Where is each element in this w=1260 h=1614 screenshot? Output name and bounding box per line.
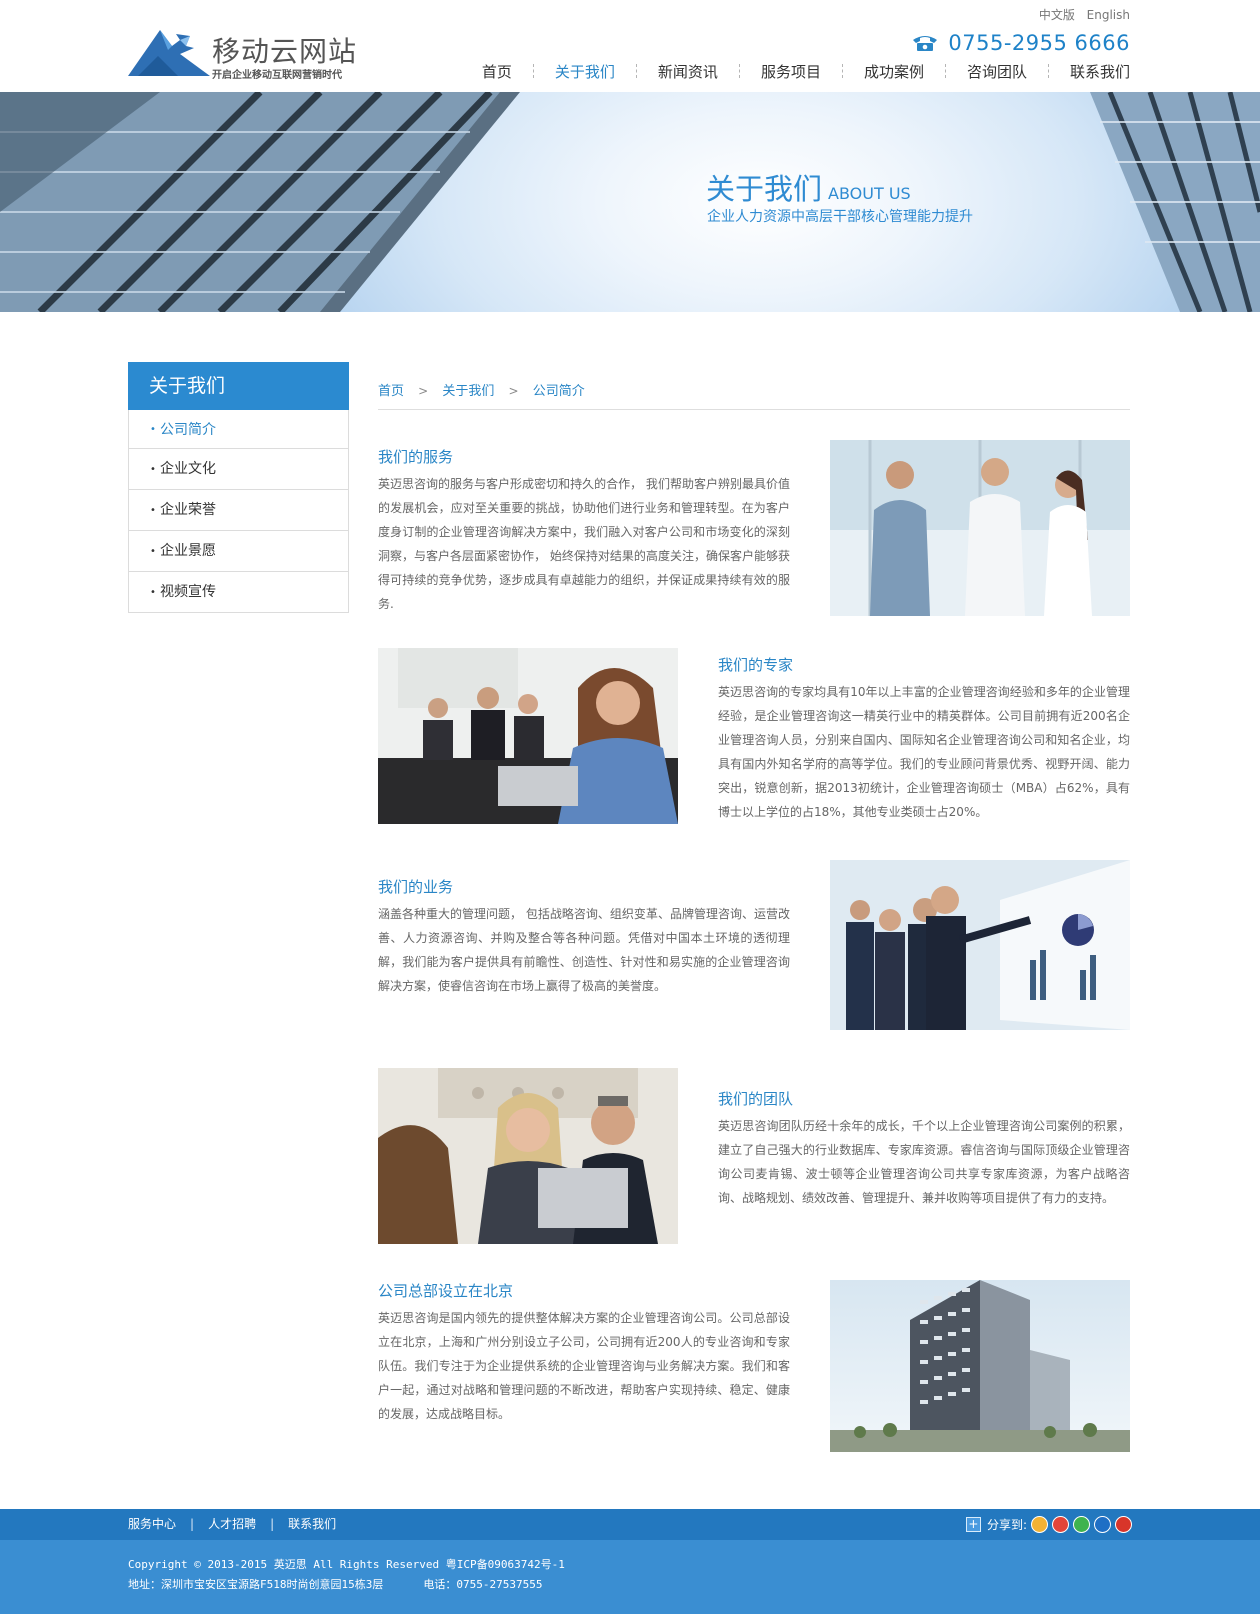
bullet-icon: • (150, 505, 156, 516)
logo-name: 移动云网站 (212, 35, 358, 68)
nav-home[interactable]: 首页 (482, 61, 512, 82)
sidebar-item-label: 公司简介 (160, 422, 216, 438)
logo-mark-icon (128, 30, 210, 76)
footer-link-bar: 服务中心 | 人才招聘 | 联系我们 + 分享到: (0, 1509, 1260, 1540)
footer-links: 服务中心 | 人才招聘 | 联系我们 (128, 1509, 336, 1540)
section-text: 涵盖各种重大的管理问题， 包括战略咨询、组织变革、品牌管理咨询、运营改善、人力资… (378, 907, 790, 993)
section-headquarters: 公司总部设立在北京 英迈思咨询是国内领先的提供整体解决方案的企业管理咨询公司。公… (378, 1280, 1130, 1452)
address-text: 地址：深圳市宝安区宝源路F518时尚创意园15栋3层 (128, 1578, 384, 1591)
footer-link-careers[interactable]: 人才招聘 (208, 1517, 256, 1531)
section-title: 公司总部设立在北京 (378, 1282, 514, 1300)
nav-services[interactable]: 服务项目 (761, 61, 821, 82)
main-nav: 首页 关于我们 新闻资讯 服务项目 成功案例 咨询团队 联系我们 (482, 60, 1130, 82)
sidebar-item-honors[interactable]: • 企业荣誉 (129, 489, 348, 530)
bullet-icon: • (150, 424, 156, 435)
section-text: 英迈思咨询的专家均具有10年以上丰富的企业管理咨询经验和多年的企业管理经验，是企… (718, 685, 1130, 819)
phone-number: 0755-2955 6666 (948, 31, 1130, 55)
telephone-text: 电话：0755-27537555 (423, 1578, 543, 1591)
banner-title-en: ABOUT US (828, 184, 911, 203)
nav-divider (841, 64, 843, 78)
nav-divider (738, 64, 740, 78)
breadcrumb: 首页 > 关于我们 > 公司简介 (378, 380, 1130, 410)
share-plus-icon[interactable]: + (965, 1516, 981, 1532)
banner-buildings-image (0, 92, 1260, 312)
wechat-icon[interactable] (1073, 1515, 1090, 1533)
footer-info: Copyright © 2013-2015 英迈思 All Rights Res… (128, 1555, 565, 1595)
tencent-weibo-icon[interactable] (1115, 1515, 1132, 1533)
section-services: 我们的服务 英迈思咨询的服务与客户形成密切和持久的合作， 我们帮助客户辨别最具价… (378, 440, 1130, 620)
sidebar-item-label: 企业文化 (160, 461, 216, 477)
banner-title: 关于我们 ABOUT US (706, 166, 911, 208)
chevron-right-icon: > (508, 384, 519, 398)
qzone-icon[interactable] (1031, 1515, 1048, 1533)
phone-icon (913, 36, 938, 51)
footer-link-contact[interactable]: 联系我们 (288, 1517, 336, 1531)
sidebar-item-label: 企业荣誉 (160, 502, 216, 518)
sidebar-item-video[interactable]: • 视频宣传 (129, 571, 348, 612)
weibo-icon[interactable] (1052, 1515, 1069, 1533)
section-team: 我们的团队 英迈思咨询团队历经十余年的成长，千个以上企业管理咨询公司案例的积累，… (378, 1068, 1130, 1248)
chevron-right-icon: > (418, 384, 429, 398)
site-footer: 服务中心 | 人才招聘 | 联系我们 + 分享到: Copyright © 2013-2… (0, 1509, 1260, 1614)
sidebar-item-label: 视频宣传 (160, 584, 216, 600)
section-title: 我们的服务 (378, 448, 454, 466)
page-banner: 关于我们 ABOUT US 企业人力资源中高层干部核心管理能力提升 (0, 92, 1260, 312)
language-switcher: 中文版 English (1031, 6, 1130, 23)
bullet-icon: • (150, 464, 156, 475)
section-title: 我们的专家 (718, 656, 794, 674)
section-title: 我们的团队 (718, 1090, 794, 1108)
nav-news[interactable]: 新闻资讯 (658, 61, 718, 82)
breadcrumb-current[interactable]: 公司简介 (533, 384, 585, 399)
site-header: 移动云网站 开启企业移动互联网营销时代 中文版 English 0755-295… (0, 0, 1260, 92)
renren-icon[interactable] (1094, 1515, 1111, 1533)
headquarters-photo (830, 1280, 1130, 1452)
sidebar-title: 关于我们 (128, 362, 349, 410)
copyright-text: Copyright © 2013-2015 英迈思 All Rights Res… (128, 1558, 565, 1571)
share-bar: + 分享到: (965, 1515, 1132, 1533)
logo-slogan: 开启企业移动互联网营销时代 (212, 70, 342, 81)
experts-photo (378, 648, 678, 824)
sidebar-item-vision[interactable]: • 企业景愿 (129, 530, 348, 571)
footer-divider: | (190, 1517, 195, 1531)
sidebar: 关于我们 • 公司简介 • 企业文化 • 企业荣誉 • 企业景愿 • 视频宣传 (128, 362, 349, 613)
sidebar-item-company-profile[interactable]: • 公司简介 (129, 410, 348, 448)
section-text: 英迈思咨询团队历经十余年的成长，千个以上企业管理咨询公司案例的积累，建立了自己强… (718, 1119, 1130, 1205)
footer-address-line: 地址：深圳市宝安区宝源路F518时尚创意园15栋3层 电话：0755-275375… (128, 1575, 565, 1595)
nav-team[interactable]: 咨询团队 (967, 61, 1027, 82)
nav-contact[interactable]: 联系我们 (1070, 61, 1130, 82)
sidebar-item-label: 企业景愿 (160, 543, 216, 559)
section-title: 我们的业务 (378, 878, 454, 896)
breadcrumb-about[interactable]: 关于我们 (442, 384, 494, 399)
nav-divider (944, 64, 946, 78)
section-business: 我们的业务 涵盖各种重大的管理问题， 包括战略咨询、组织变革、品牌管理咨询、运营… (378, 860, 1130, 1040)
footer-link-service-center[interactable]: 服务中心 (128, 1517, 176, 1531)
services-photo (830, 440, 1130, 616)
footer-divider: | (270, 1517, 275, 1531)
bullet-icon: • (150, 546, 156, 557)
nav-divider (635, 64, 637, 78)
banner-subtitle: 企业人力资源中高层干部核心管理能力提升 (707, 209, 973, 225)
header-phone: 0755-2955 6666 (912, 30, 1130, 56)
section-text: 英迈思咨询是国内领先的提供整体解决方案的企业管理咨询公司。公司总部设立在北京，上… (378, 1311, 790, 1421)
nav-cases[interactable]: 成功案例 (864, 61, 924, 82)
sidebar-menu: • 公司简介 • 企业文化 • 企业荣誉 • 企业景愿 • 视频宣传 (128, 410, 349, 613)
bullet-icon: • (150, 587, 156, 598)
nav-divider (1047, 64, 1049, 78)
section-text: 英迈思咨询的服务与客户形成密切和持久的合作， 我们帮助客户辨别最具价值的发展机会… (378, 477, 790, 611)
team-photo (378, 1068, 678, 1244)
site-logo[interactable]: 移动云网站 开启企业移动互联网营销时代 (128, 26, 358, 81)
share-label: 分享到: (986, 1517, 1027, 1532)
sidebar-item-culture[interactable]: • 企业文化 (129, 448, 348, 489)
business-photo (830, 860, 1130, 1030)
banner-title-cn: 关于我们 (706, 172, 823, 206)
lang-chinese-link[interactable]: 中文版 (1039, 8, 1075, 22)
lang-english-link[interactable]: English (1087, 8, 1130, 22)
nav-about[interactable]: 关于我们 (555, 61, 615, 82)
section-experts: 我们的专家 英迈思咨询的专家均具有10年以上丰富的企业管理咨询经验和多年的企业管… (378, 648, 1130, 828)
breadcrumb-home[interactable]: 首页 (378, 384, 404, 399)
nav-divider (532, 64, 534, 78)
